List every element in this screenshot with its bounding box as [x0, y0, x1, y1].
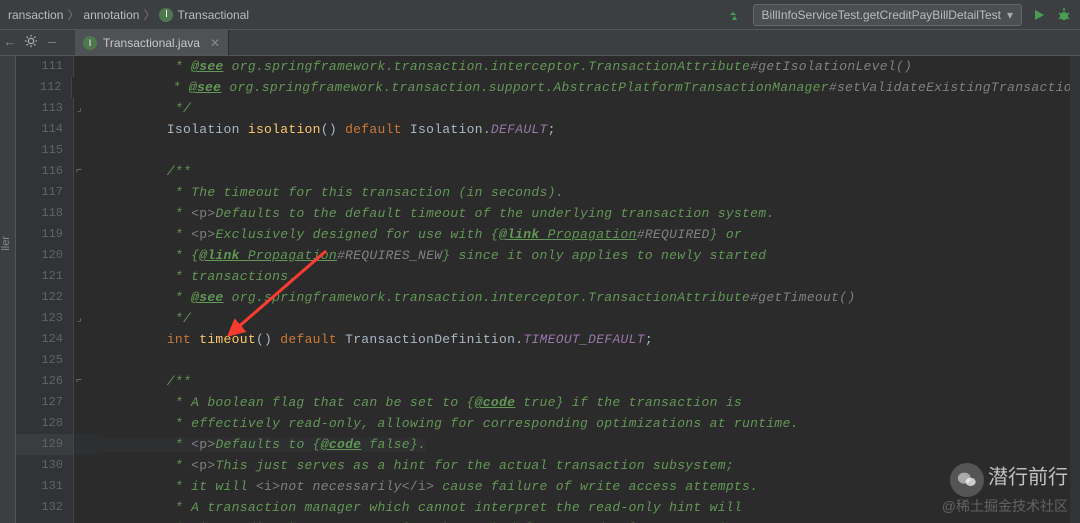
close-icon[interactable]: ✕	[210, 36, 220, 50]
line-number: 114	[16, 119, 74, 140]
line-number: 123	[16, 308, 74, 329]
interface-icon: I	[83, 36, 97, 50]
line-number: 113	[16, 98, 74, 119]
tool-window-label[interactable]: ller	[0, 236, 12, 251]
line-number: 126	[16, 371, 74, 392]
breadcrumb-item[interactable]: annotation	[83, 8, 139, 22]
line-number: 119	[16, 224, 74, 245]
line-number: 121	[16, 266, 74, 287]
line-number: 117	[16, 182, 74, 203]
editor-tab-bar: ← — I Transactional.java ✕	[0, 30, 1080, 56]
line-number: 133	[16, 518, 74, 523]
fold-end-icon[interactable]: ⌟	[76, 103, 82, 115]
line-number: 120	[16, 245, 74, 266]
fold-end-icon[interactable]: ⌟	[76, 313, 82, 325]
interface-icon: I	[159, 8, 173, 22]
run-config-label: BillInfoServiceTest.getCreditPayBillDeta…	[762, 8, 1001, 22]
breadcrumb-item[interactable]: Transactional	[177, 8, 249, 22]
editor-error-stripe[interactable]	[1070, 56, 1080, 523]
debug-button[interactable]	[1056, 7, 1072, 23]
breadcrumb-item[interactable]: ransaction	[8, 8, 63, 22]
line-number: 125	[16, 350, 74, 371]
gear-icon[interactable]	[24, 34, 38, 52]
line-number: 129	[16, 434, 74, 455]
back-icon[interactable]: ←	[6, 35, 14, 50]
line-number: 122	[16, 287, 74, 308]
watermark-sub: @稀土掘金技术社区	[942, 498, 1068, 514]
run-toolbar: BillInfoServiceTest.getCreditPayBillDeta…	[727, 4, 1072, 26]
run-config-select[interactable]: BillInfoServiceTest.getCreditPayBillDeta…	[753, 4, 1022, 26]
chevron-right-icon: 〉	[67, 6, 79, 23]
run-button[interactable]	[1032, 8, 1046, 22]
fold-start-icon[interactable]: ⌐	[76, 166, 82, 177]
line-number: 118	[16, 203, 74, 224]
editor-main: ller 111 * @see org.springframework.tran…	[0, 56, 1080, 523]
watermark-title: 潜行前行	[988, 467, 1068, 489]
line-number: 115	[16, 140, 74, 161]
line-number: 128	[16, 413, 74, 434]
line-number: 111	[16, 56, 74, 77]
line-number: 124	[16, 329, 74, 350]
line-number: 130	[16, 455, 74, 476]
line-number: 127	[16, 392, 74, 413]
build-icon[interactable]	[727, 7, 743, 23]
line-number: 132	[16, 497, 74, 518]
wechat-icon	[950, 463, 984, 497]
line-number: 116	[16, 161, 74, 182]
left-gutter-strip: ller	[0, 56, 16, 523]
line-number: 112	[16, 77, 72, 98]
chevron-right-icon: 〉	[143, 6, 155, 23]
watermark: 潜行前行 @稀土掘金技术社区	[942, 463, 1068, 517]
chevron-down-icon: ▾	[1007, 8, 1013, 22]
code-editor[interactable]: 111 * @see org.springframework.transacti…	[16, 56, 1080, 523]
line-number: 131	[16, 476, 74, 497]
breadcrumb: ransaction 〉 annotation 〉 I Transactiona…	[8, 6, 249, 23]
collapse-icon[interactable]: —	[48, 35, 56, 50]
tab-label: Transactional.java	[103, 36, 200, 50]
fold-start-icon[interactable]: ⌐	[76, 376, 82, 387]
editor-tab[interactable]: I Transactional.java ✕	[75, 30, 229, 55]
top-toolbar: ransaction 〉 annotation 〉 I Transactiona…	[0, 0, 1080, 30]
